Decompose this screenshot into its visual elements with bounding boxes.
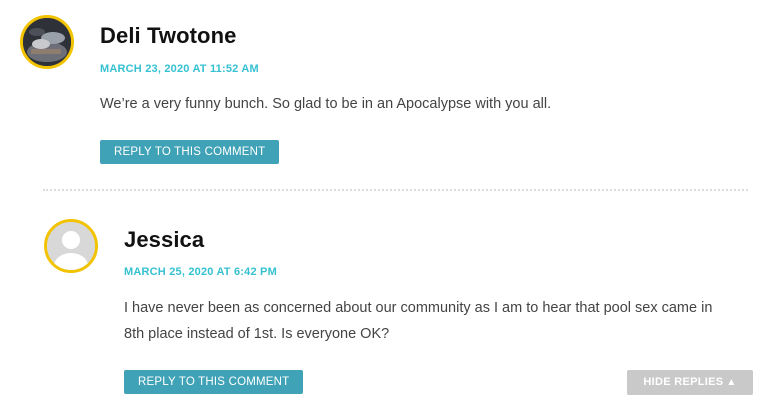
- reply-button[interactable]: REPLY TO THIS COMMENT: [124, 370, 304, 394]
- default-avatar-icon: [47, 222, 95, 270]
- comment-thread: Deli Twotone MARCH 23, 2020 AT 11:52 AM …: [0, 0, 769, 414]
- hide-replies-label: HIDE REPLIES: [643, 376, 724, 388]
- triangle-up-icon: ▲: [726, 377, 737, 388]
- comment-text: I have never been as concerned about our…: [124, 300, 713, 342]
- author-name[interactable]: Jessica: [124, 227, 204, 253]
- comment-jessica: Jessica MARCH 25, 2020 AT 6:42 PM I have…: [0, 0, 769, 414]
- avatar[interactable]: [44, 219, 98, 273]
- comment-date[interactable]: MARCH 25, 2020 AT 6:42 PM: [124, 266, 277, 278]
- hide-replies-button[interactable]: HIDE REPLIES ▲: [627, 370, 753, 395]
